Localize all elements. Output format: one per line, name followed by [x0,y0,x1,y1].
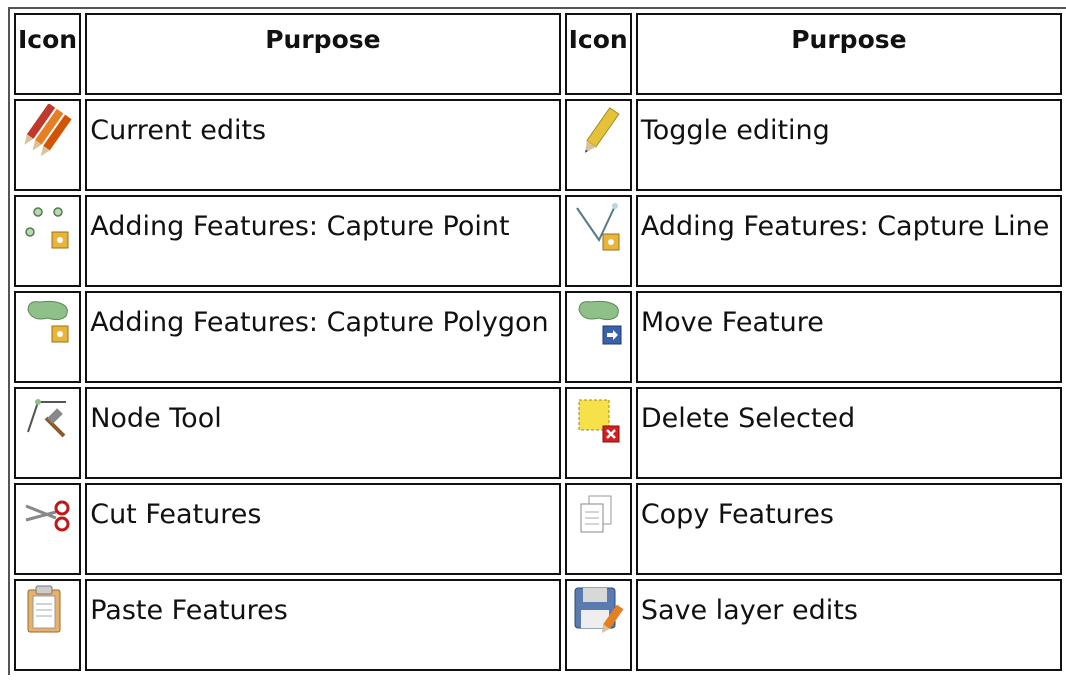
purpose-cell: Adding Features: Capture Polygon [85,291,561,383]
table-row: Paste Features Save layer edits [14,579,1062,671]
node-tool-icon [14,387,82,479]
purpose-cell: Paste Features [85,579,561,671]
delete-selected-icon [564,387,632,479]
table-row: Node Tool Delete Selected [14,387,1062,479]
purpose-cell: Adding Features: Capture Line [635,195,1062,287]
copy-features-icon [564,483,632,575]
table-row: Cut Features Copy Features [14,483,1062,575]
purpose-cell: Node Tool [85,387,561,479]
header-icon: Icon [564,13,632,95]
table-header-row: Icon Purpose Icon Purpose [14,13,1062,95]
table-row: Current edits Toggle editing [14,99,1062,191]
cut-features-icon [14,483,82,575]
current-edits-icon [14,99,82,191]
paste-features-icon [14,579,82,671]
toggle-editing-icon [564,99,632,191]
capture-point-icon [14,195,82,287]
save-layer-edits-icon [564,579,632,671]
table-row: Adding Features: Capture Point Adding Fe… [14,195,1062,287]
purpose-cell: Copy Features [635,483,1062,575]
purpose-cell: Move Feature [635,291,1062,383]
move-feature-icon [564,291,632,383]
purpose-cell: Save layer edits [635,579,1062,671]
purpose-cell: Adding Features: Capture Point [85,195,561,287]
header-purpose: Purpose [85,13,561,95]
purpose-cell: Cut Features [85,483,561,575]
toolbar-icon-table: Icon Purpose Icon Purpose Current edits [8,7,1066,675]
purpose-cell: Delete Selected [635,387,1062,479]
purpose-cell: Toggle editing [635,99,1062,191]
table-row: Adding Features: Capture Polygon Move Fe… [14,291,1062,383]
header-icon: Icon [14,13,82,95]
header-purpose: Purpose [635,13,1062,95]
purpose-cell: Current edits [85,99,561,191]
capture-polygon-icon [14,291,82,383]
capture-line-icon [564,195,632,287]
